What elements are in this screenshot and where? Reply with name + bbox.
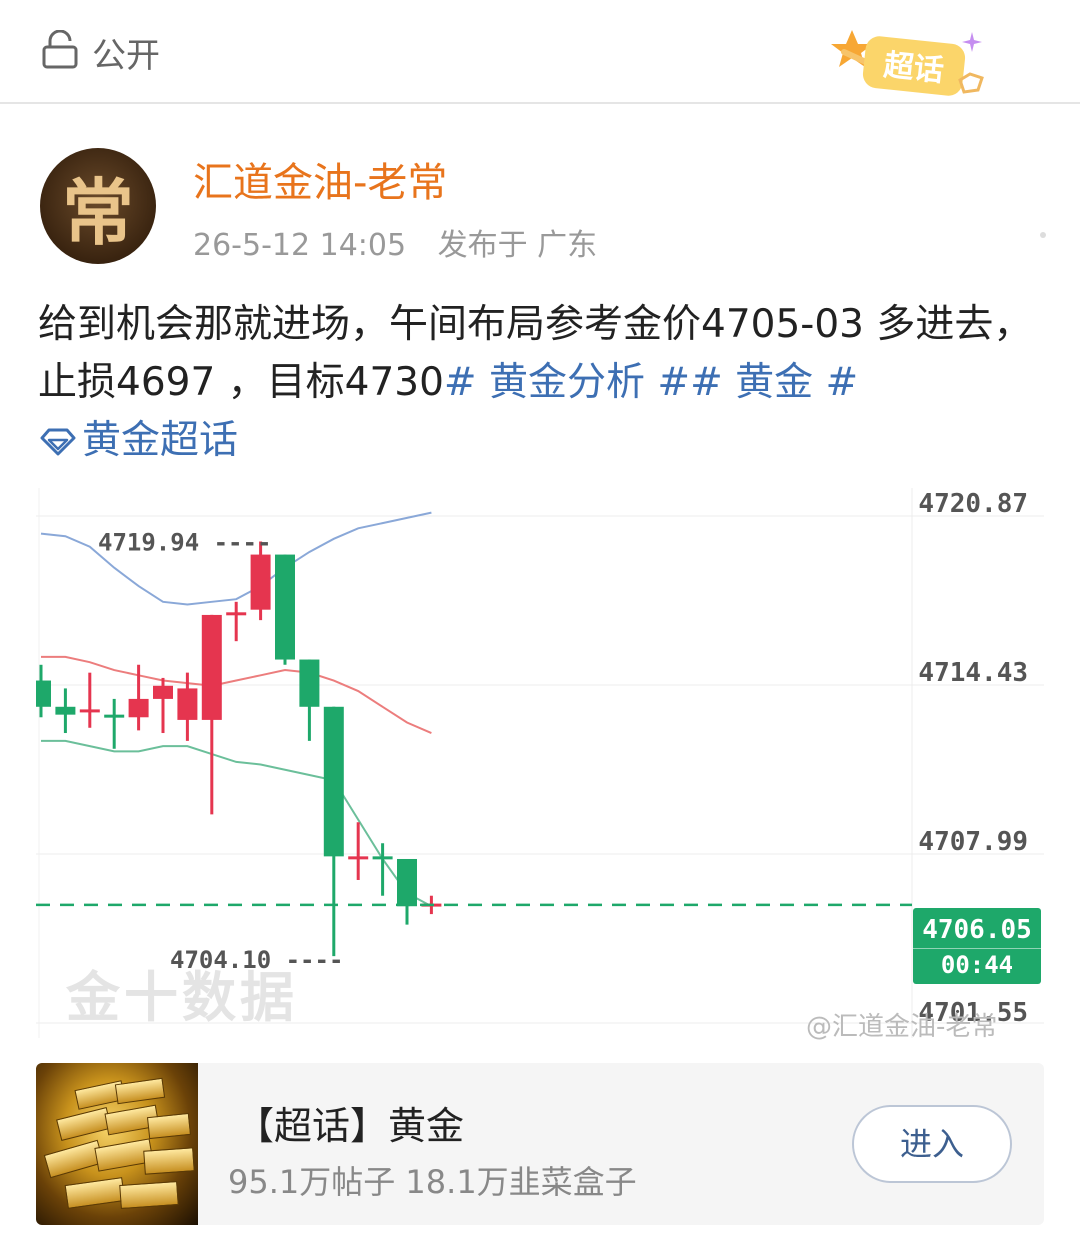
gold-bars-thumbnail <box>36 1063 198 1225</box>
candle-body <box>397 858 417 907</box>
enter-button[interactable]: 进入 <box>852 1105 1012 1183</box>
more-dot <box>1040 232 1046 238</box>
hashtag-gold[interactable]: # 黄金 # <box>690 360 858 405</box>
post-meta: 26-5-12 14:05 发布于 广东 <box>193 220 597 264</box>
post-time: 26-5-12 14:05 <box>193 228 407 263</box>
y-tick-label: 4714.43 <box>918 658 1028 688</box>
y-tick-label: 4707.99 <box>918 827 1028 857</box>
candle-body <box>55 706 76 715</box>
candle-body <box>226 612 247 616</box>
candlestick-chart: 4720.874714.434707.994701.554719.94 ----… <box>36 488 1044 1038</box>
candle-body <box>201 614 222 720</box>
visibility-label[interactable]: 公开 <box>92 28 160 77</box>
current-price-tag: 4706.05 00:44 <box>913 908 1041 984</box>
hashtag-gold-analysis[interactable]: # 黄金分析 # <box>444 360 690 405</box>
avatar-glyph: 常 <box>61 170 134 255</box>
candle-body <box>79 709 100 713</box>
top-bar: 公开 超话 <box>0 0 1080 104</box>
lock-icon <box>42 30 78 69</box>
supertopic-title: 【超话】黄金 <box>236 1104 465 1148</box>
low-price-label: 4704.10 ---- <box>170 946 343 974</box>
candle-body <box>36 680 51 707</box>
post-location: 发布于 广东 <box>437 228 598 263</box>
price-chart[interactable]: 金十数据 4720.87 4714.43 4707.99 4701.55 4719.94… <box>36 488 1044 1042</box>
post-text: 给到机会那就进场，午间布局参考金价4705-03 多进去，止损4697 ，目标4… <box>38 296 1048 470</box>
diamond-icon <box>40 428 76 456</box>
author-avatar[interactable]: 常 <box>40 148 156 264</box>
candle-body <box>323 706 344 857</box>
candle-body <box>299 659 320 707</box>
supertopic-badge[interactable]: 超话 <box>822 22 992 102</box>
candle-body <box>104 714 125 718</box>
y-tick-label: 4720.87 <box>918 489 1028 519</box>
upper-band-line <box>40 511 432 606</box>
candle-body <box>275 554 295 660</box>
candle-body <box>348 856 369 860</box>
candle-body <box>128 698 149 718</box>
weibo-watermark: @汇道金油-老常 <box>806 1012 998 1042</box>
supertopic-link[interactable]: 黄金超话 <box>38 418 238 463</box>
supertopic-stats: 95.1万帖子 18.1万韭菜盒子 <box>228 1163 637 1201</box>
candle-body <box>177 688 198 720</box>
supertopic-badge-label: 超话 <box>882 48 945 89</box>
lower-band-line <box>41 739 432 908</box>
supertopic-card[interactable]: 【超话】黄金 95.1万帖子 18.1万韭菜盒子 进入 <box>36 1063 1044 1225</box>
high-price-label: 4719.94 ---- <box>98 528 271 556</box>
candle-body <box>250 554 271 610</box>
supertopic-tag[interactable]: 黄金超话 <box>82 418 238 463</box>
candle-countdown: 00:44 <box>913 948 1041 981</box>
author-name[interactable]: 汇道金油-老常 <box>193 150 447 208</box>
candle-body <box>153 685 173 699</box>
candle-body <box>372 856 393 860</box>
post-card: 公开 超话 常 汇道金油-老常 26-5-12 14:05 发布于 广东 给到机… <box>0 0 1080 1245</box>
current-price: 4706.05 <box>922 915 1032 945</box>
middle-band-line <box>41 655 432 734</box>
